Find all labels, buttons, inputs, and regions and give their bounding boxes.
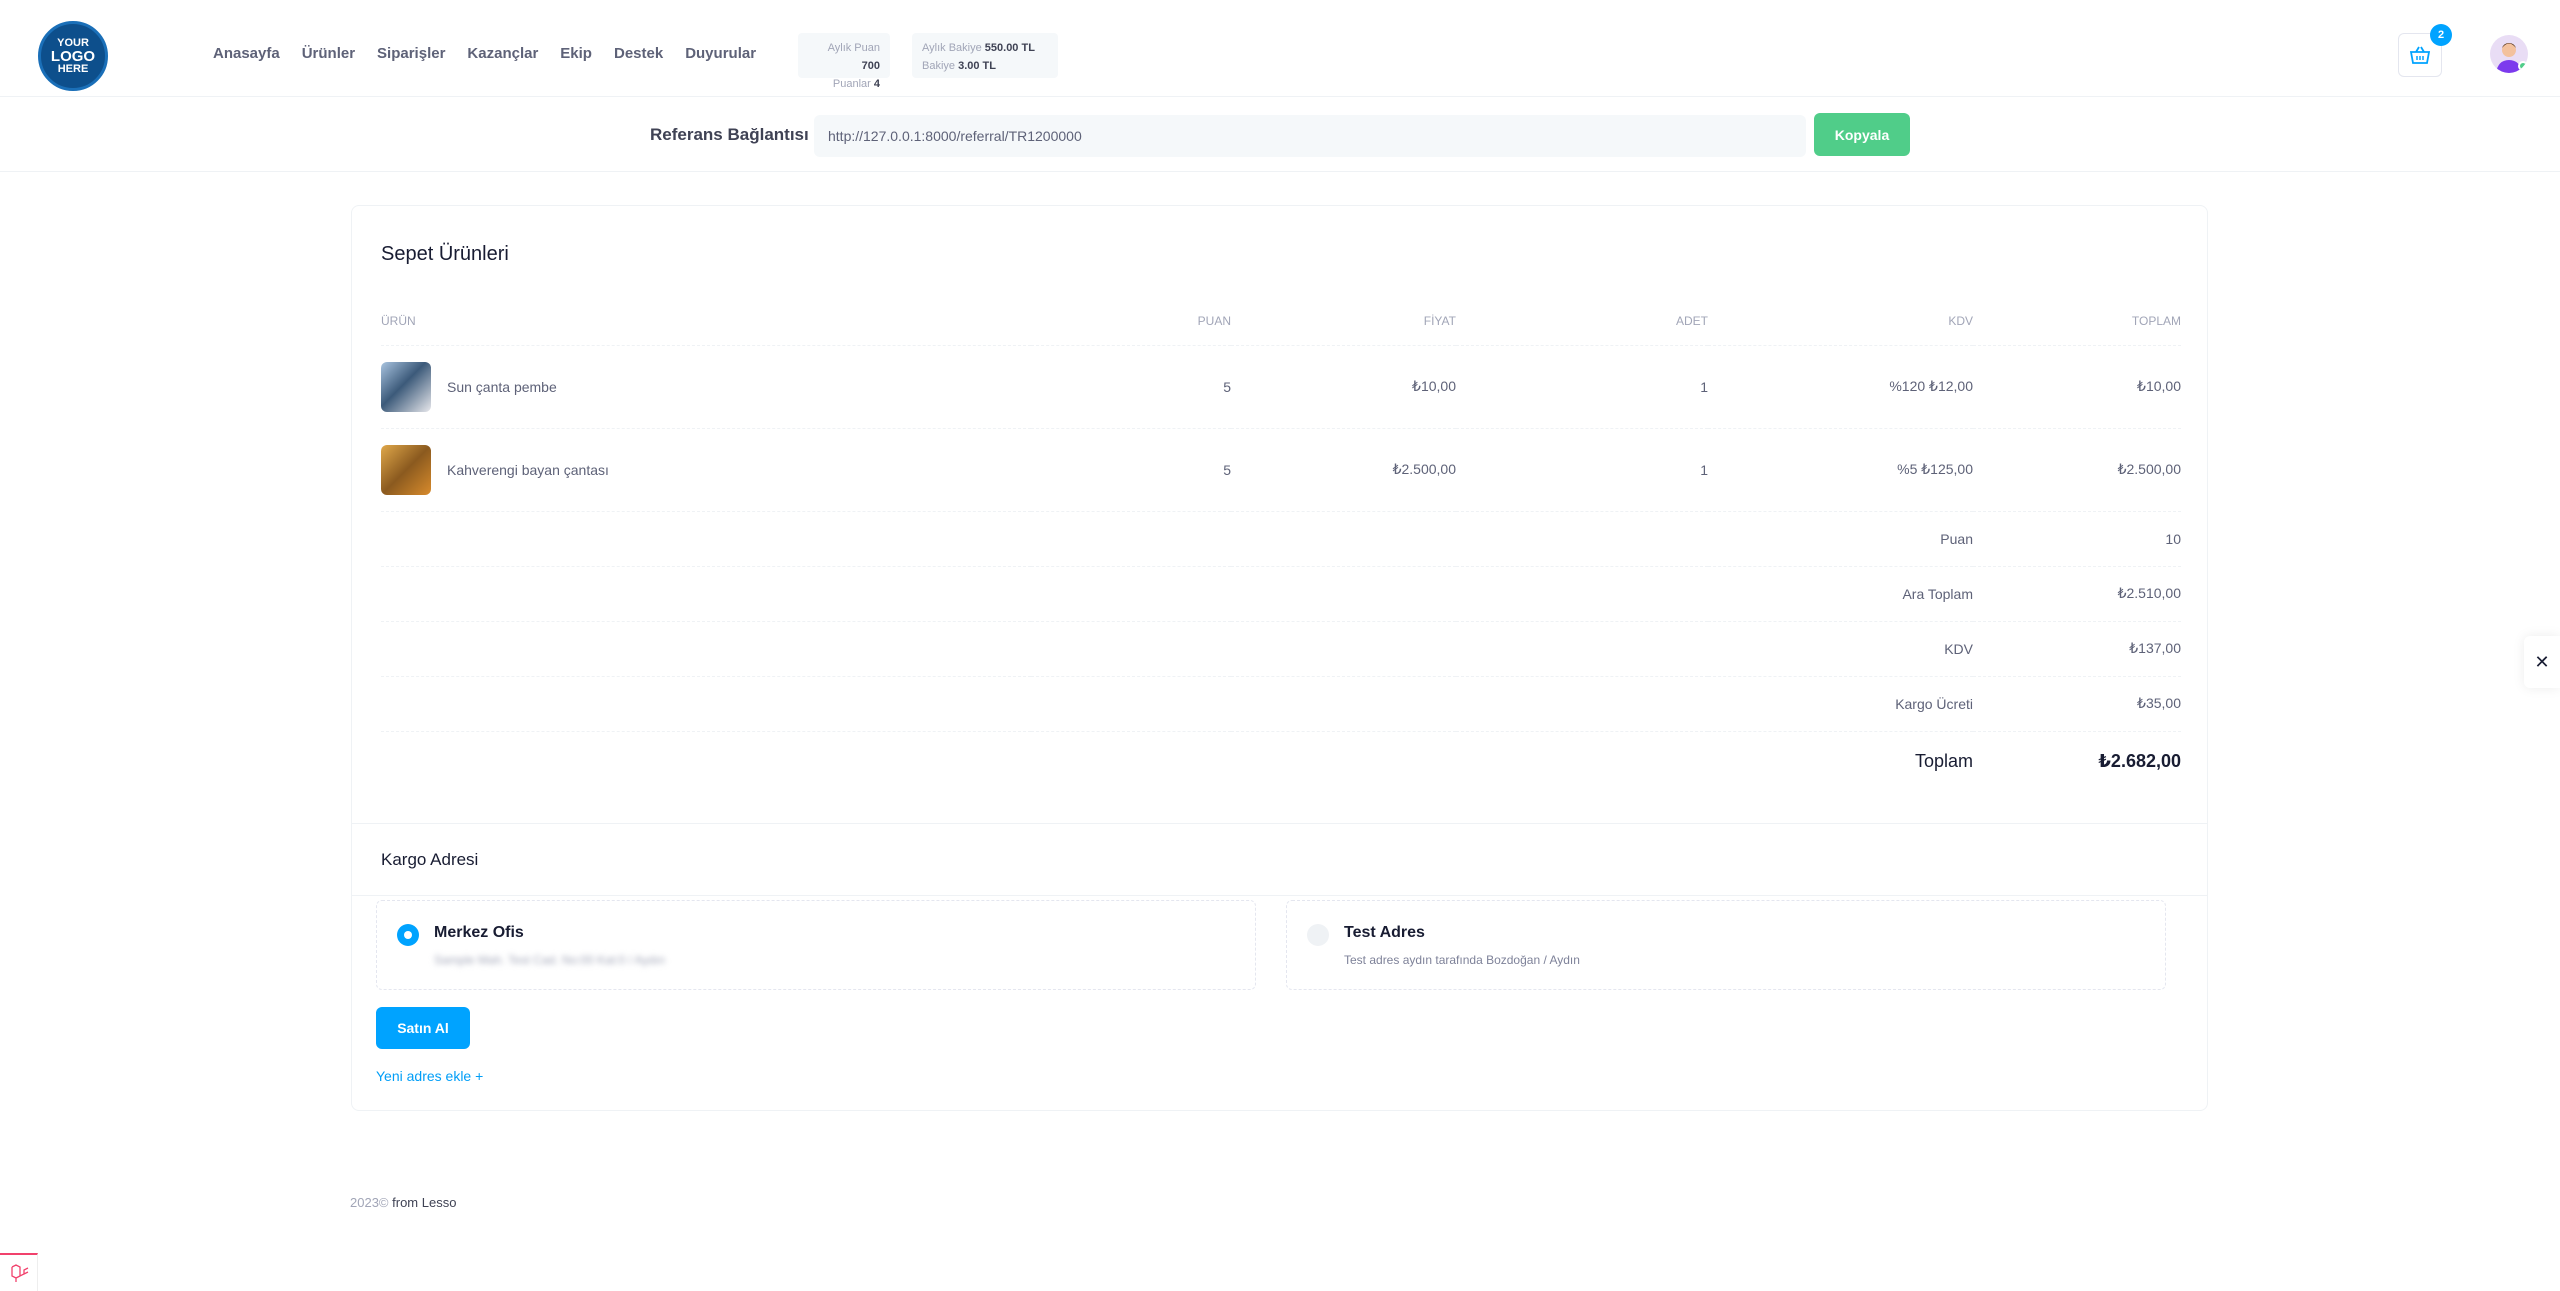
referral-link-input[interactable]: http://127.0.0.1:8000/referral/TR1200000 xyxy=(814,115,1806,157)
logo-text-line3: HERE xyxy=(57,62,89,75)
product-points: 5 xyxy=(1031,345,1231,429)
summary-value: ₺35,00 xyxy=(1973,676,2181,732)
monthly-points-label: Aylık Puan xyxy=(827,42,880,54)
debugbar-toggle[interactable] xyxy=(0,1253,38,1291)
nav-item-ekip[interactable]: Ekip xyxy=(560,45,592,62)
summary-label: Ara Toplam xyxy=(381,566,1973,622)
summary-row-subtotal: Ara Toplam ₺2.510,00 xyxy=(381,566,2181,622)
logo-text-line1: YOUR xyxy=(57,36,89,49)
online-status-dot xyxy=(2518,61,2528,71)
product-qty: 1 xyxy=(1456,428,1708,512)
product-vat: %120 ₺12,00 xyxy=(1708,345,1973,429)
nav-item-anasayfa[interactable]: Anasayfa xyxy=(213,45,280,62)
monthly-balance-label: Aylık Bakiye xyxy=(922,42,982,54)
column-header-points: PUAN xyxy=(1031,298,1231,346)
product-vat: %5 ₺125,00 xyxy=(1708,428,1973,512)
cart-table: ÜRÜN PUAN FİYAT ADET KDV TOPLAM Sun çant… xyxy=(381,298,2181,791)
nav-item-urunler[interactable]: Ürünler xyxy=(302,45,355,62)
product-price: ₺10,00 xyxy=(1231,345,1456,429)
product-price: ₺2.500,00 xyxy=(1231,428,1456,512)
logo-text-line2: LOGO xyxy=(50,47,96,65)
address-option-test-adres[interactable]: Test Adres Test adres aydın tarafında Bo… xyxy=(1286,900,2166,990)
footer: 2023© from Lesso xyxy=(350,1195,456,1210)
cart-title: Sepet Ürünleri xyxy=(381,243,509,265)
product-total: ₺2.500,00 xyxy=(1973,428,2181,512)
add-new-address-link[interactable]: Yeni adres ekle + xyxy=(376,1068,483,1084)
user-avatar[interactable] xyxy=(2490,35,2528,73)
monthly-points-value: 700 xyxy=(861,60,880,72)
points-label: Puanlar xyxy=(832,78,871,90)
column-header-qty: ADET xyxy=(1456,298,1708,346)
logo[interactable]: YOUR LOGO HERE xyxy=(38,21,108,91)
nav-item-destek[interactable]: Destek xyxy=(614,45,663,62)
table-row: Sun çanta pembe 5 ₺10,00 1 %120 ₺12,00 ₺… xyxy=(381,345,2181,429)
nav-item-kazanclar[interactable]: Kazançlar xyxy=(467,45,538,62)
summary-label: Kargo Ücreti xyxy=(381,676,1973,732)
points-value: 4 xyxy=(873,78,880,90)
summary-label: KDV xyxy=(381,621,1973,677)
cart-count-badge: 2 xyxy=(2430,24,2452,46)
referral-label: Referans Bağlantısı xyxy=(650,125,809,144)
address-detail: Test adres aydın tarafında Bozdoğan / Ay… xyxy=(1344,953,1580,967)
cart-card: Sepet Ürünleri ÜRÜN PUAN FİYAT ADET KDV … xyxy=(351,205,2208,1111)
summary-value: 10 xyxy=(1973,511,2181,567)
column-header-product: ÜRÜN xyxy=(381,298,1031,346)
points-stat-box: Aylık Puan 700 Puanlar 4 xyxy=(798,33,890,90)
column-header-total: TOPLAM xyxy=(1973,298,2181,346)
product-name[interactable]: Sun çanta pembe xyxy=(447,379,557,395)
copy-button[interactable]: Kopyala xyxy=(1814,113,1910,156)
basket-icon xyxy=(2409,46,2431,64)
section-divider xyxy=(352,895,2207,896)
address-option-merkez-ofis[interactable]: Merkez Ofis Sample Mah. Test Cad. No:00 … xyxy=(376,900,1256,990)
summary-label: Puan xyxy=(381,511,1973,567)
nav-item-siparisler[interactable]: Siparişler xyxy=(377,45,445,62)
buy-button[interactable]: Satın Al xyxy=(376,1007,470,1049)
product-thumbnail[interactable] xyxy=(381,444,431,495)
balance-label: Bakiye xyxy=(922,60,956,72)
summary-row-points: Puan 10 xyxy=(381,511,2181,567)
main-nav: Anasayfa Ürünler Siparişler Kazançlar Ek… xyxy=(213,45,778,62)
top-header: YOUR LOGO HERE Anasayfa Ürünler Siparişl… xyxy=(0,0,2560,97)
total-label: Toplam xyxy=(1914,750,1973,771)
product-qty: 1 xyxy=(1456,345,1708,429)
product-points: 5 xyxy=(1031,428,1231,512)
nav-item-duyurular[interactable]: Duyurular xyxy=(685,45,756,62)
column-header-price: FİYAT xyxy=(1231,298,1456,346)
footer-year: 2023© xyxy=(350,1195,389,1210)
address-name: Merkez Ofis xyxy=(434,924,524,941)
address-radio-unselected[interactable] xyxy=(1307,924,1329,946)
summary-row-shipping: Kargo Ücreti ₺35,00 xyxy=(381,676,2181,732)
product-name[interactable]: Kahverengi bayan çantası xyxy=(447,462,609,478)
side-panel-close-button[interactable]: ✕ xyxy=(2524,636,2560,688)
shipping-address-title: Kargo Adresi xyxy=(381,850,479,869)
monthly-balance-value: 550.00 TL xyxy=(984,42,1035,54)
summary-value: ₺2.510,00 xyxy=(1973,566,2181,622)
address-radio-selected[interactable] xyxy=(397,924,419,946)
footer-author-link[interactable]: from Lesso xyxy=(392,1195,456,1210)
product-total: ₺10,00 xyxy=(1973,345,2181,429)
balance-value: 3.00 TL xyxy=(958,60,996,72)
balance-stat-box: Aylık Bakiye 550.00 TL Bakiye 3.00 TL xyxy=(912,33,1058,78)
laravel-icon xyxy=(10,1264,28,1282)
summary-value: ₺137,00 xyxy=(1973,621,2181,677)
address-detail: Sample Mah. Test Cad. No:00 Kat:0 / Aydı… xyxy=(434,953,666,967)
table-header-row: ÜRÜN PUAN FİYAT ADET KDV TOPLAM xyxy=(381,298,2181,346)
table-row: Kahverengi bayan çantası 5 ₺2.500,00 1 %… xyxy=(381,428,2181,512)
referral-bar: Referans Bağlantısı http://127.0.0.1:800… xyxy=(0,97,2560,172)
section-divider xyxy=(352,823,2207,824)
summary-row-vat: KDV ₺137,00 xyxy=(381,621,2181,677)
product-thumbnail[interactable] xyxy=(381,361,431,412)
total-value: ₺2.682,00 xyxy=(2098,750,2181,771)
close-icon: ✕ xyxy=(2534,651,2550,672)
address-name: Test Adres xyxy=(1344,924,1425,941)
column-header-vat: KDV xyxy=(1708,298,1973,346)
summary-row-total: Toplam ₺2.682,00 xyxy=(381,731,2181,791)
